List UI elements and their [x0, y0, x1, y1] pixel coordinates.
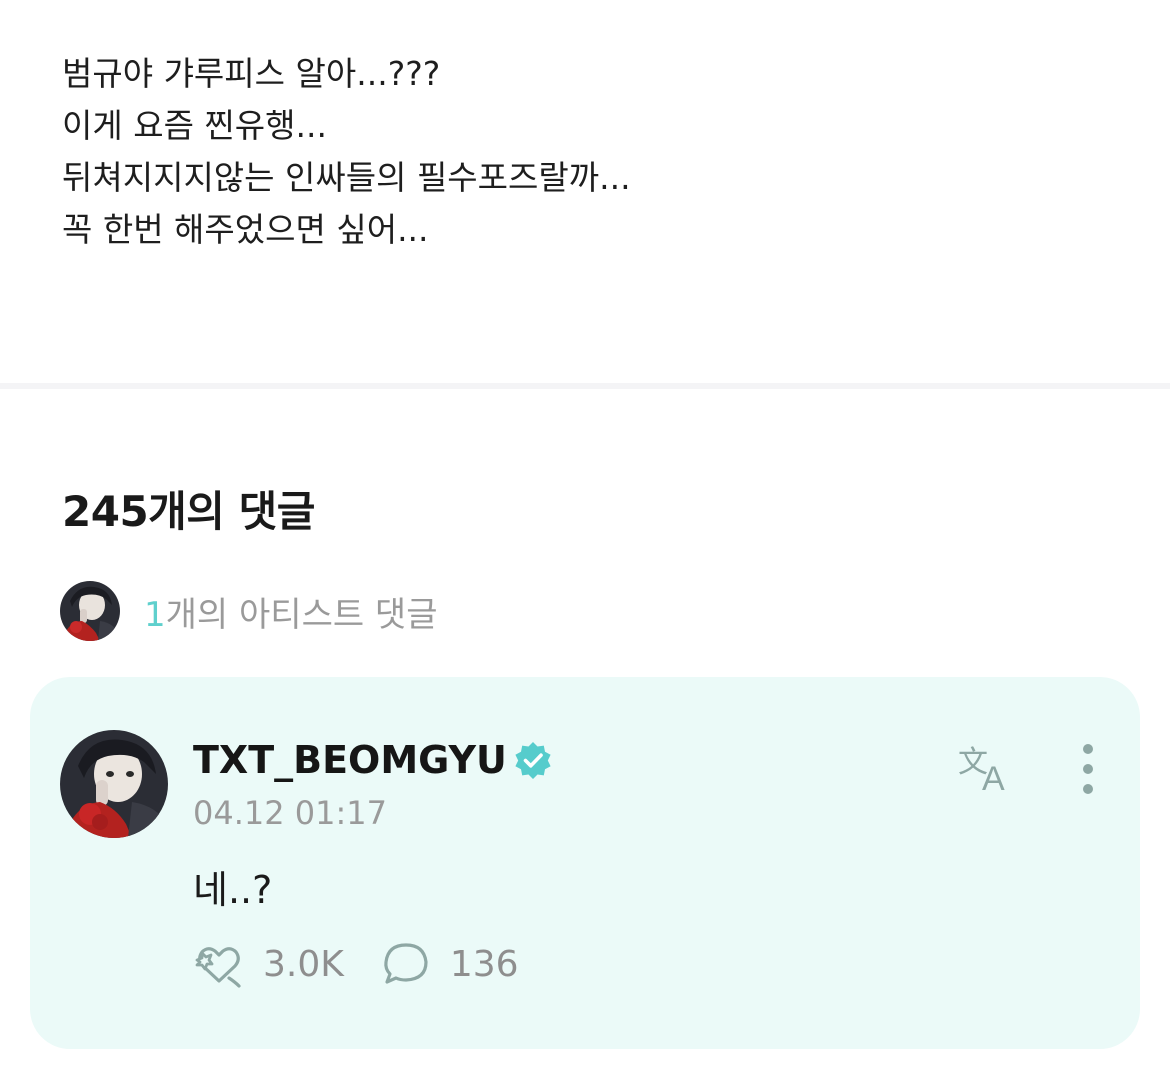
- post-line-2: 이게 요즘 찐유행...: [62, 106, 327, 145]
- commenter-avatar[interactable]: [60, 730, 168, 838]
- more-options-button[interactable]: [1070, 739, 1106, 799]
- translate-button[interactable]: 文 A: [956, 740, 1020, 798]
- commenter-username[interactable]: TXT_BEOMGYU: [193, 738, 507, 782]
- post-line-4: 꼭 한번 해주었으면 싶어...: [62, 210, 429, 249]
- post-line-3: 뒤쳐지지지않는 인싸들의 필수포즈랄까...: [62, 158, 631, 197]
- comment-text: 네..?: [193, 868, 273, 912]
- artist-comments-label: 1개의 아티스트 댓글: [144, 587, 438, 636]
- comment-actions: 3.0K 136: [193, 939, 555, 989]
- like-button[interactable]: 3.0K: [193, 938, 344, 990]
- speech-bubble-icon: [384, 943, 428, 984]
- reply-button[interactable]: 136: [380, 938, 519, 990]
- artist-comment-card: TXT_BEOMGYU 04.12 01:17 네..? 3.0K 136 文 …: [30, 677, 1140, 1049]
- like-count: 3.0K: [263, 943, 344, 985]
- artist-comment-text: 개의 아티스트 댓글: [165, 594, 438, 635]
- artist-comments-filter[interactable]: 1개의 아티스트 댓글: [60, 580, 438, 642]
- post-body: 범규야 갸루피스 알아...??? 이게 요즘 찐유행... 뒤쳐지지지않는 인…: [62, 48, 1102, 256]
- post-line-1: 범규야 갸루피스 알아...???: [62, 54, 441, 93]
- heart-cheer-icon: [195, 947, 241, 988]
- reply-count: 136: [449, 943, 519, 985]
- more-vertical-icon: [1083, 744, 1093, 794]
- artist-avatar-small: [60, 581, 120, 641]
- verified-badge-icon: [513, 740, 553, 780]
- comments-count-heading: 245개의 댓글: [62, 487, 315, 536]
- artist-comment-count: 1: [144, 594, 166, 635]
- commenter-name-row: TXT_BEOMGYU: [193, 735, 553, 785]
- svg-text:A: A: [982, 760, 1005, 796]
- comment-timestamp: 04.12 01:17: [193, 794, 387, 832]
- translate-icon: 文 A: [958, 745, 1005, 798]
- section-divider: [0, 383, 1170, 389]
